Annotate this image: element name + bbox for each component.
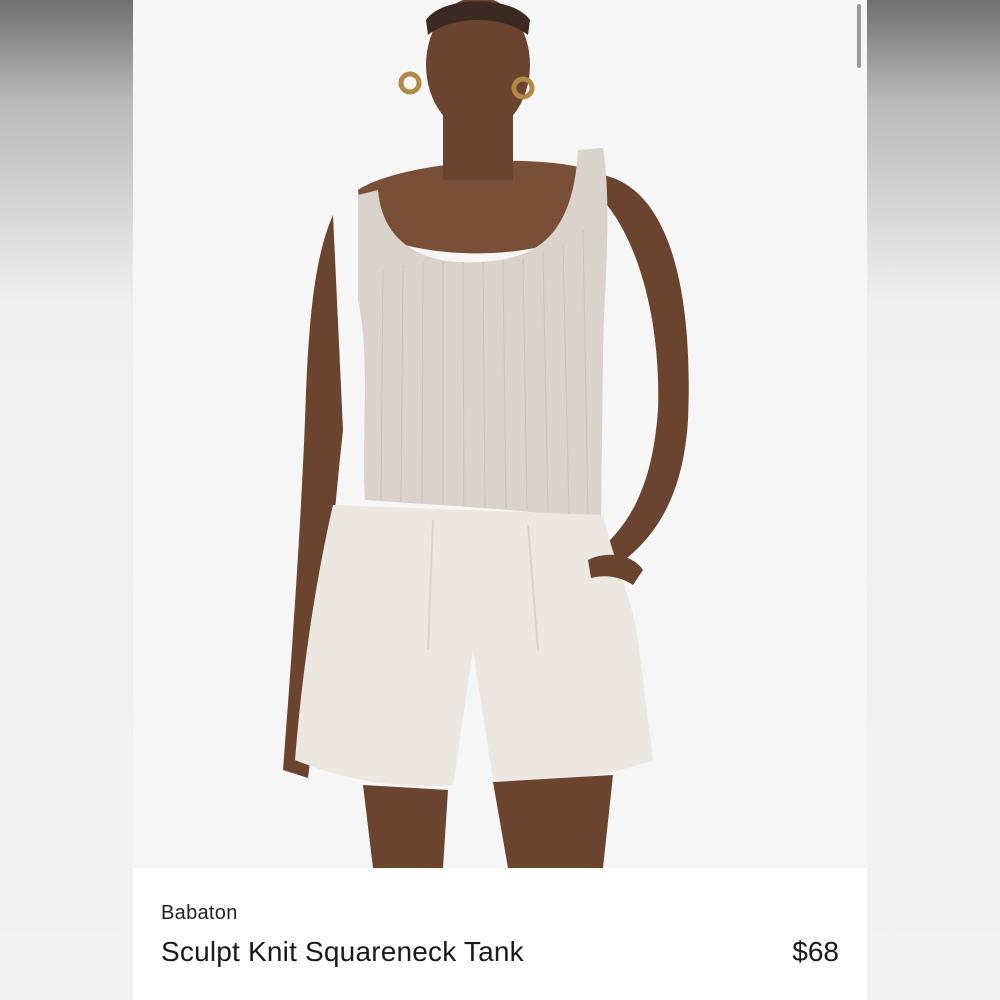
- product-card[interactable]: Babaton Sculpt Knit Squareneck Tank $68: [133, 0, 867, 1000]
- product-info: Babaton Sculpt Knit Squareneck Tank $68: [133, 868, 867, 1000]
- product-price: $68: [792, 936, 839, 967]
- product-image[interactable]: [133, 0, 867, 868]
- brand-name: Babaton: [161, 902, 238, 924]
- blurred-backdrop-right: [867, 0, 1000, 1000]
- product-photo-illustration: [133, 0, 867, 868]
- scrollbar-thumb[interactable]: [857, 4, 861, 68]
- blurred-backdrop-left: [0, 0, 133, 1000]
- product-title[interactable]: Sculpt Knit Squareneck Tank: [161, 936, 524, 968]
